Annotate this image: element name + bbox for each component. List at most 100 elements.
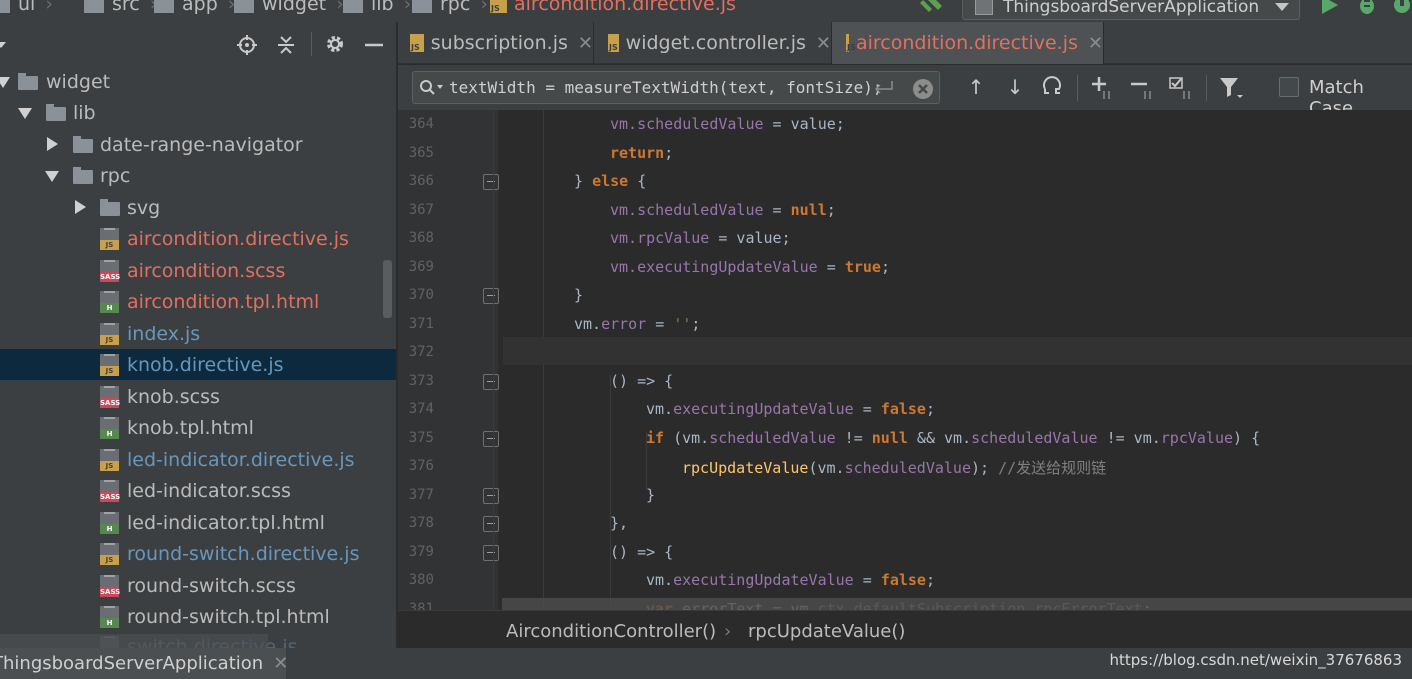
- collapse-all-icon[interactable]: [275, 34, 297, 56]
- close-icon[interactable]: ✕: [816, 33, 831, 54]
- html-file-icon: H: [100, 512, 119, 534]
- code-editor[interactable]: 364 365 366 367 368 369 370 371 372 373 374 375 376 3…: [398, 110, 1412, 610]
- folder-icon: [154, 0, 174, 13]
- js-file-icon: JS: [100, 323, 119, 345]
- close-icon[interactable]: ✕: [1088, 33, 1103, 54]
- tree-item-widget[interactable]: widget: [0, 66, 396, 97]
- tree-item-knob-directive-js[interactable]: JS knob.directive.js: [0, 349, 396, 380]
- nav-crumb-rpc[interactable]: rpc ›: [412, 0, 488, 15]
- horizontal-scrollbar[interactable]: [0, 634, 268, 648]
- breadcrumb-function[interactable]: rpcUpdateValue(): [748, 621, 905, 642]
- tree-item-lib[interactable]: lib: [0, 97, 396, 128]
- nav-crumb-current-file[interactable]: aircondition.directive.js: [490, 0, 736, 15]
- tree-item-knob-scss[interactable]: SASS knob.scss: [0, 381, 396, 412]
- nav-crumb-widget[interactable]: widget ›: [234, 0, 344, 15]
- run-tab[interactable]: ThingsboardServerApplication ✕: [0, 648, 286, 679]
- js-file-icon: JS: [100, 354, 119, 376]
- line-number: 374: [408, 401, 434, 417]
- nav-crumb-src[interactable]: src›: [84, 0, 157, 15]
- close-icon[interactable]: ✕: [578, 33, 593, 54]
- folder-icon: [73, 136, 93, 153]
- coverage-icon[interactable]: [1392, 0, 1412, 16]
- tree-item-svg[interactable]: svg: [0, 192, 396, 223]
- fold-toggle-icon[interactable]: [483, 516, 499, 532]
- tab-aircondition-directive-js[interactable]: aircondition.directive.js ✕: [832, 22, 1104, 64]
- expand-arrow-icon[interactable]: [18, 108, 32, 119]
- folder-icon: [84, 0, 104, 13]
- fold-toggle-icon[interactable]: [483, 430, 499, 447]
- tree-item-led-indicator-tpl-html[interactable]: H led-indicator.tpl.html: [0, 507, 396, 538]
- editor-tabs: subscription.js ✕ widget.controller.js ✕…: [398, 22, 1412, 64]
- close-icon[interactable]: ✕: [273, 653, 286, 674]
- tree-item-index-js[interactable]: JS index.js: [0, 318, 396, 349]
- navigation-bar: ui› src› app› widget› lib› rpc› aircondi…: [0, 0, 1412, 22]
- code-line: if (vm.scheduledValue != null && vm.sche…: [646, 428, 1261, 447]
- code-line: vm.executingUpdateValue = false;: [646, 400, 935, 418]
- clear-icon[interactable]: [912, 78, 934, 100]
- view-dropdown-icon[interactable]: [0, 42, 6, 48]
- code-line: vm.executingUpdateValue = true;: [610, 257, 890, 276]
- tree-item-date-range-navigator[interactable]: date-range-navigator: [0, 129, 396, 160]
- minimize-icon[interactable]: [363, 34, 385, 56]
- tree-item-aircondition-tpl-html[interactable]: H aircondition.tpl.html: [0, 286, 396, 317]
- select-all-checkmark-icon[interactable]: [1168, 75, 1196, 101]
- toolbar-divider: [311, 32, 312, 56]
- js-file-icon: [608, 34, 619, 52]
- search-icon[interactable]: [419, 79, 445, 97]
- locate-target-icon[interactable]: [236, 34, 258, 56]
- code-line: } else {: [574, 172, 647, 190]
- line-number: 370: [408, 287, 434, 303]
- horizontal-scrollbar[interactable]: [502, 598, 1412, 610]
- chevron-right-icon: ›: [480, 0, 488, 15]
- remove-occurrence-icon[interactable]: [1129, 75, 1157, 101]
- sass-file-icon: SASS: [100, 260, 120, 282]
- search-input[interactable]: textWidth = measureTextWidth(text, fontS…: [412, 71, 940, 104]
- code-line: return;: [610, 143, 674, 162]
- fold-toggle-icon[interactable]: [483, 174, 499, 190]
- collapse-arrow-icon[interactable]: [47, 137, 58, 151]
- tree-item-aircondition-directive-js[interactable]: JS aircondition.directive.js: [0, 223, 396, 254]
- vertical-scrollbar[interactable]: [383, 260, 392, 318]
- add-occurrence-icon[interactable]: [1090, 75, 1118, 101]
- expand-arrow-icon[interactable]: [0, 77, 10, 88]
- tab-widget-controller-js[interactable]: widget.controller.js ✕: [594, 22, 832, 64]
- newline-icon[interactable]: [873, 80, 895, 96]
- build-hammer-icon[interactable]: [920, 0, 946, 16]
- tree-item-round-switch-tpl-html[interactable]: H round-switch.tpl.html: [0, 601, 396, 632]
- code-line: vm.scheduledValue = value;: [610, 115, 845, 133]
- line-number: 367: [408, 201, 434, 218]
- tree-item-aircondition-scss[interactable]: SASS aircondition.scss: [0, 255, 396, 286]
- collapse-arrow-icon[interactable]: [75, 200, 86, 214]
- fold-toggle-icon[interactable]: [483, 373, 499, 390]
- tab-subscription-js[interactable]: subscription.js ✕: [398, 22, 594, 64]
- fold-toggle-icon[interactable]: [483, 487, 499, 504]
- debug-icon[interactable]: [1356, 0, 1378, 16]
- filter-icon[interactable]: [1218, 76, 1244, 102]
- tree-item-led-indicator-scss[interactable]: SASS led-indicator.scss: [0, 475, 396, 506]
- tree-item-led-indicator-directive-js[interactable]: JS led-indicator.directive.js: [0, 444, 396, 475]
- previous-occurrence-icon[interactable]: ↑: [964, 75, 988, 99]
- tree-item-knob-tpl-html[interactable]: H knob.tpl.html: [0, 412, 396, 443]
- nav-crumb-ui[interactable]: ui ›: [0, 0, 53, 15]
- folder-icon: [100, 199, 120, 216]
- gear-icon[interactable]: [324, 33, 346, 55]
- select-all-occurrences-icon[interactable]: [1041, 75, 1063, 99]
- match-case-checkbox[interactable]: [1279, 77, 1299, 97]
- run-configuration-select[interactable]: ThingsboardServerApplication: [962, 0, 1300, 20]
- nav-crumb-lib[interactable]: lib ›: [343, 0, 411, 15]
- fold-toggle-icon[interactable]: [483, 288, 499, 304]
- tree-item-rpc[interactable]: rpc: [0, 160, 396, 191]
- next-occurrence-icon[interactable]: ↓: [1003, 75, 1027, 99]
- line-number: 369: [408, 258, 434, 275]
- expand-arrow-icon[interactable]: [45, 171, 59, 182]
- breadcrumb-class[interactable]: AirconditionController(): [506, 621, 716, 642]
- run-icon[interactable]: [1320, 0, 1342, 16]
- folder-icon: [412, 0, 432, 13]
- tree-item-round-switch-directive-js[interactable]: JS round-switch.directive.js: [0, 538, 396, 569]
- sass-file-icon: SASS: [100, 575, 120, 597]
- tree-item-round-switch-scss[interactable]: SASS round-switch.scss: [0, 570, 396, 601]
- line-number: 366: [408, 173, 434, 189]
- fold-toggle-icon[interactable]: [483, 544, 499, 561]
- code-line: rpcUpdateValue(vm.scheduledValue); //发送给…: [682, 459, 1107, 477]
- nav-crumb-app[interactable]: app ›: [154, 0, 235, 15]
